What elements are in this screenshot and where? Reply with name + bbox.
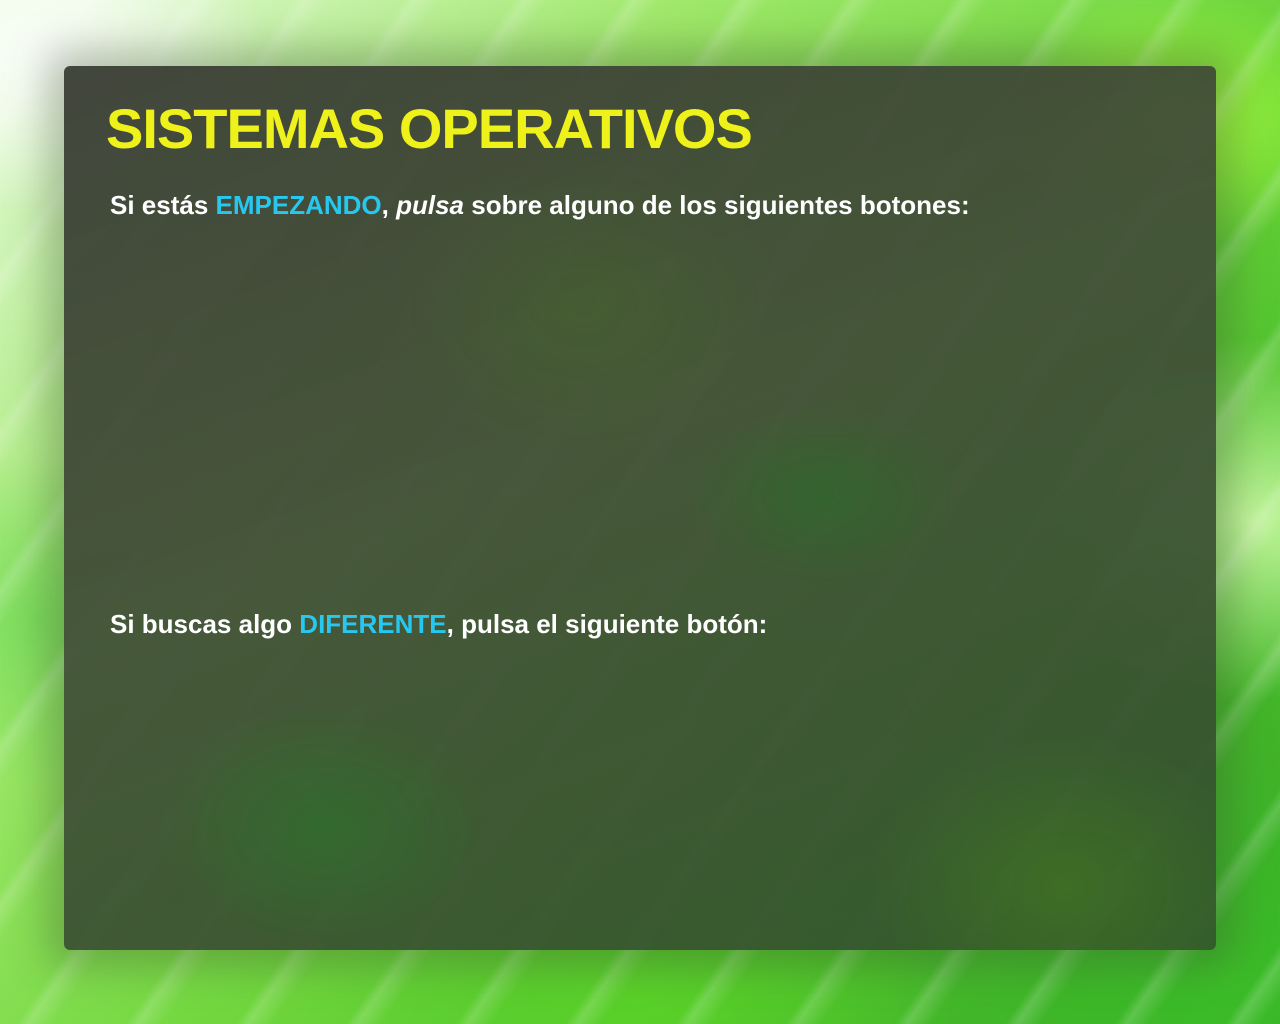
different-text-2: , pulsa el siguiente botón:	[446, 609, 768, 639]
page-title: SISTEMAS OPERATIVOS	[106, 97, 753, 160]
different-instruction: Si buscas algo DIFERENTE, pulsa el sigui…	[110, 609, 767, 640]
beginner-instruction: Si estás EMPEZANDO, pulsa sobre alguno d…	[110, 190, 970, 221]
different-text-1: Si buscas algo	[110, 609, 300, 639]
different-highlight: DIFERENTE	[299, 609, 447, 639]
beginner-text-1: Si estás	[110, 190, 216, 220]
content-panel: SISTEMAS OPERATIVOS Si estás EMPEZANDO, …	[64, 66, 1216, 950]
beginner-highlight: EMPEZANDO	[215, 190, 382, 220]
beginner-text-3: sobre alguno de los siguientes botones:	[464, 190, 970, 220]
beginner-italic: pulsa	[396, 190, 465, 220]
beginner-text-2: ,	[381, 190, 397, 220]
